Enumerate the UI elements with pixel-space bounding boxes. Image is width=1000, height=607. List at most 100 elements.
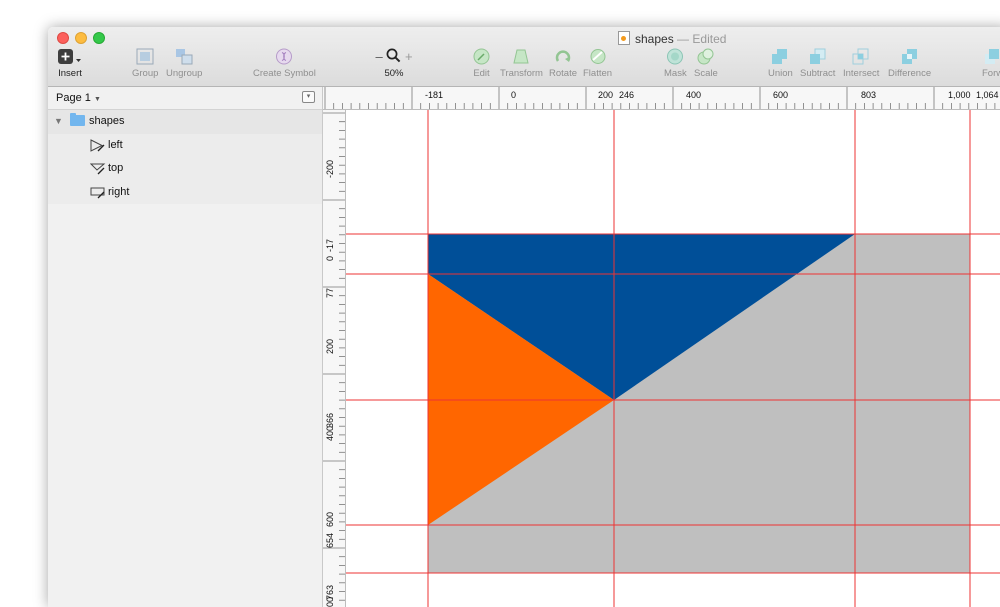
ruler-label: 77: [325, 287, 335, 298]
transform-button[interactable]: Transform: [500, 48, 543, 79]
rotate-icon: [549, 48, 577, 65]
flatten-button[interactable]: Flatten: [583, 48, 612, 79]
ruler-label: -17: [325, 238, 335, 252]
window-title: shapes — Edited: [618, 31, 726, 46]
union-icon: [768, 48, 793, 65]
ruler-label: 0: [325, 255, 335, 261]
difference-label: Difference: [888, 68, 932, 79]
scale-button[interactable]: Scale: [694, 48, 718, 79]
intersect-label: Intersect: [843, 68, 880, 79]
insert-plus-icon: [57, 48, 83, 65]
ruler-label: 600: [773, 90, 789, 100]
zoom-out-button[interactable]: –: [375, 49, 382, 64]
ungroup-icon: [166, 48, 202, 65]
forward-icon: [982, 48, 1000, 65]
ruler-label: 366: [325, 412, 335, 428]
intersect-icon: [843, 48, 879, 65]
ruler-label: 0: [511, 90, 517, 100]
mask-label: Mask: [664, 68, 687, 79]
edit-icon: [473, 48, 490, 65]
transform-icon: [500, 48, 543, 65]
union-label: Union: [768, 68, 793, 79]
subtract-button[interactable]: Subtract: [800, 48, 835, 79]
design-canvas[interactable]: [346, 110, 1000, 607]
layer-group-shapes[interactable]: ▼ shapes: [48, 110, 322, 134]
document-name: shapes: [635, 32, 674, 46]
group-icon: [132, 48, 158, 65]
ruler-label: 1,064: [976, 90, 999, 100]
zoom-level: 50%: [384, 68, 404, 79]
ruler-label: 400: [325, 425, 335, 441]
disclosure-triangle-icon[interactable]: ▼: [54, 116, 63, 126]
insert-label: Insert: [58, 68, 82, 79]
forward-button[interactable]: Forw: [982, 48, 1000, 79]
zoom-control: – + 50%: [369, 48, 419, 79]
difference-button[interactable]: Difference: [888, 48, 931, 79]
layer-right[interactable]: right: [48, 180, 322, 204]
page-name: Page 1 ▼: [56, 92, 101, 104]
title-separator: —: [677, 32, 690, 46]
forward-label: Forw: [982, 68, 1000, 79]
mask-button[interactable]: Mask: [664, 48, 687, 79]
ruler-label: 246: [619, 90, 635, 100]
magnifier-icon: [386, 48, 405, 64]
subtract-label: Subtract: [800, 68, 836, 79]
create-symbol-label: Create Symbol: [253, 68, 316, 79]
group-button[interactable]: Group: [132, 48, 158, 79]
ruler-label: 763: [325, 584, 335, 600]
subtract-icon: [800, 48, 835, 65]
flatten-label: Flatten: [583, 68, 613, 79]
edit-label: Edit: [473, 68, 490, 79]
insert-button[interactable]: Insert: [57, 48, 83, 79]
layer-label: top: [108, 162, 124, 174]
ruler-label: 400: [686, 90, 702, 100]
transform-label: Transform: [500, 68, 543, 79]
ruler-label: 600: [325, 511, 335, 527]
zoom-row: – +: [369, 48, 419, 65]
page-selector[interactable]: Page 1 ▼ ▾: [48, 87, 322, 110]
layer-label: left: [108, 138, 123, 151]
layer-sidebar: Page 1 ▼ ▾ ▼ shapes left top right: [48, 87, 323, 607]
create-symbol-button[interactable]: Create Symbol: [253, 48, 316, 79]
ruler-label: 200: [598, 90, 614, 100]
symbol-icon: [253, 48, 316, 65]
ruler-label: -181: [425, 90, 444, 100]
artboard-svg: [346, 110, 1000, 607]
edit-button[interactable]: Edit: [473, 48, 490, 79]
rotate-label: Rotate: [549, 68, 577, 79]
layer-top[interactable]: top: [48, 157, 322, 181]
rotate-button[interactable]: Rotate: [549, 48, 577, 79]
vertical-ruler[interactable]: -200 0 -17 77 200 400 366 600 654 800 76…: [323, 110, 346, 607]
flatten-icon: [583, 48, 612, 65]
folder-icon: [70, 113, 85, 126]
scale-icon: [694, 48, 718, 65]
minimize-window-button[interactable]: [75, 32, 87, 44]
document-icon: [618, 31, 630, 45]
chevron-down-icon: ▼: [93, 96, 101, 103]
ruler-label: 1,000: [948, 90, 971, 100]
intersect-button[interactable]: Intersect: [843, 48, 879, 79]
ruler-label: 654: [325, 532, 335, 548]
close-window-button[interactable]: [57, 32, 69, 44]
collapse-pages-button[interactable]: ▾: [302, 91, 315, 103]
layer-label: right: [108, 185, 130, 198]
triangle-shape-icon: [90, 138, 105, 152]
app-window: shapes — Edited Insert Group Ungroup Cre…: [48, 27, 1000, 607]
union-button[interactable]: Union: [768, 48, 793, 79]
triangle-shape-icon: [89, 162, 106, 175]
ungroup-label: Ungroup: [166, 68, 203, 79]
group-label: Group: [132, 68, 159, 79]
scale-label: Scale: [694, 68, 718, 79]
horizontal-ruler[interactable]: -181 0 200 246 400 600 803 1,000 1,064: [323, 87, 1000, 110]
ungroup-button[interactable]: Ungroup: [166, 48, 202, 79]
ruler-label: -200: [325, 159, 335, 178]
toolbar: shapes — Edited Insert Group Ungroup Cre…: [48, 27, 1000, 87]
ruler-label: 803: [861, 90, 877, 100]
mask-icon: [664, 48, 687, 65]
zoom-in-button[interactable]: +: [405, 49, 413, 64]
rectangle-shape-icon: [90, 186, 105, 198]
zoom-window-button[interactable]: [93, 32, 105, 44]
layer-left[interactable]: left: [48, 133, 322, 157]
difference-icon: [888, 48, 931, 65]
layer-label: shapes: [89, 115, 125, 127]
